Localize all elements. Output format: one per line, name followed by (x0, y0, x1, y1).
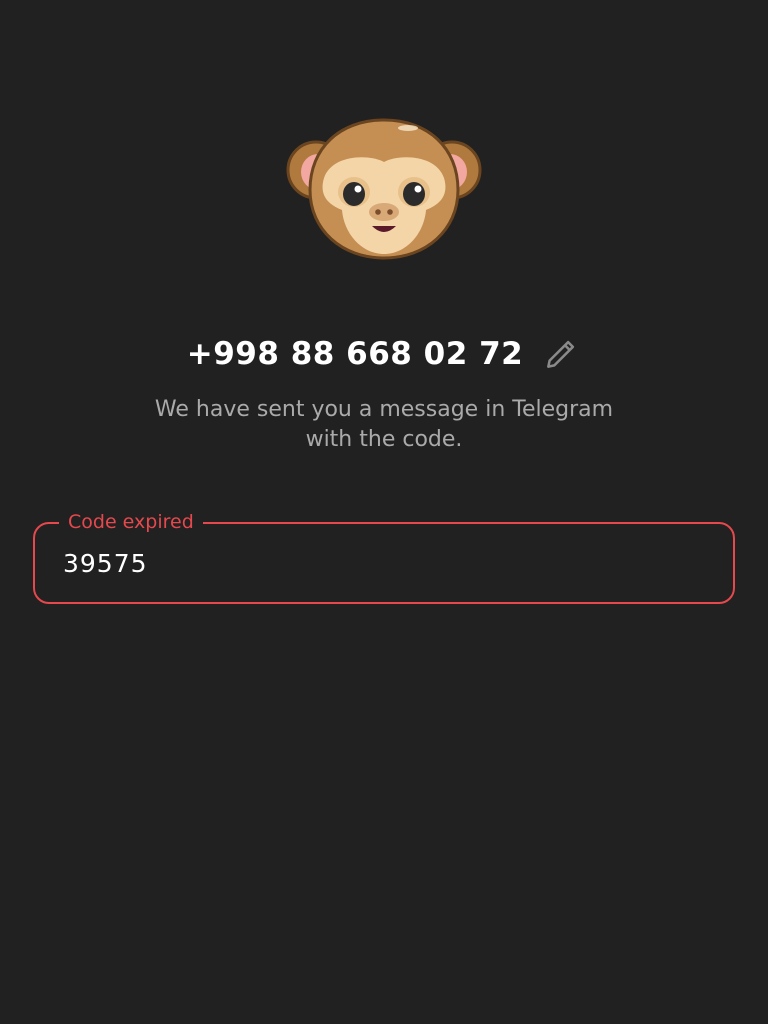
instruction-line-2: with the code. (305, 427, 463, 452)
instruction-line-1: We have sent you a message in Telegram (154, 397, 614, 422)
phone-number: +998 88 668 02 72 (186, 336, 524, 372)
code-field-label: Code expired (59, 509, 203, 535)
monkey-icon (286, 118, 482, 260)
pencil-icon[interactable] (541, 334, 581, 374)
auth-code-screen: +998 88 668 02 72 We have sent you a mes… (0, 0, 768, 1024)
phone-number-row: +998 88 668 02 72 (0, 330, 768, 378)
code-field[interactable]: Code expired (33, 509, 735, 604)
code-input[interactable] (63, 542, 703, 584)
instruction-text: We have sent you a message in Telegram w… (84, 395, 684, 455)
